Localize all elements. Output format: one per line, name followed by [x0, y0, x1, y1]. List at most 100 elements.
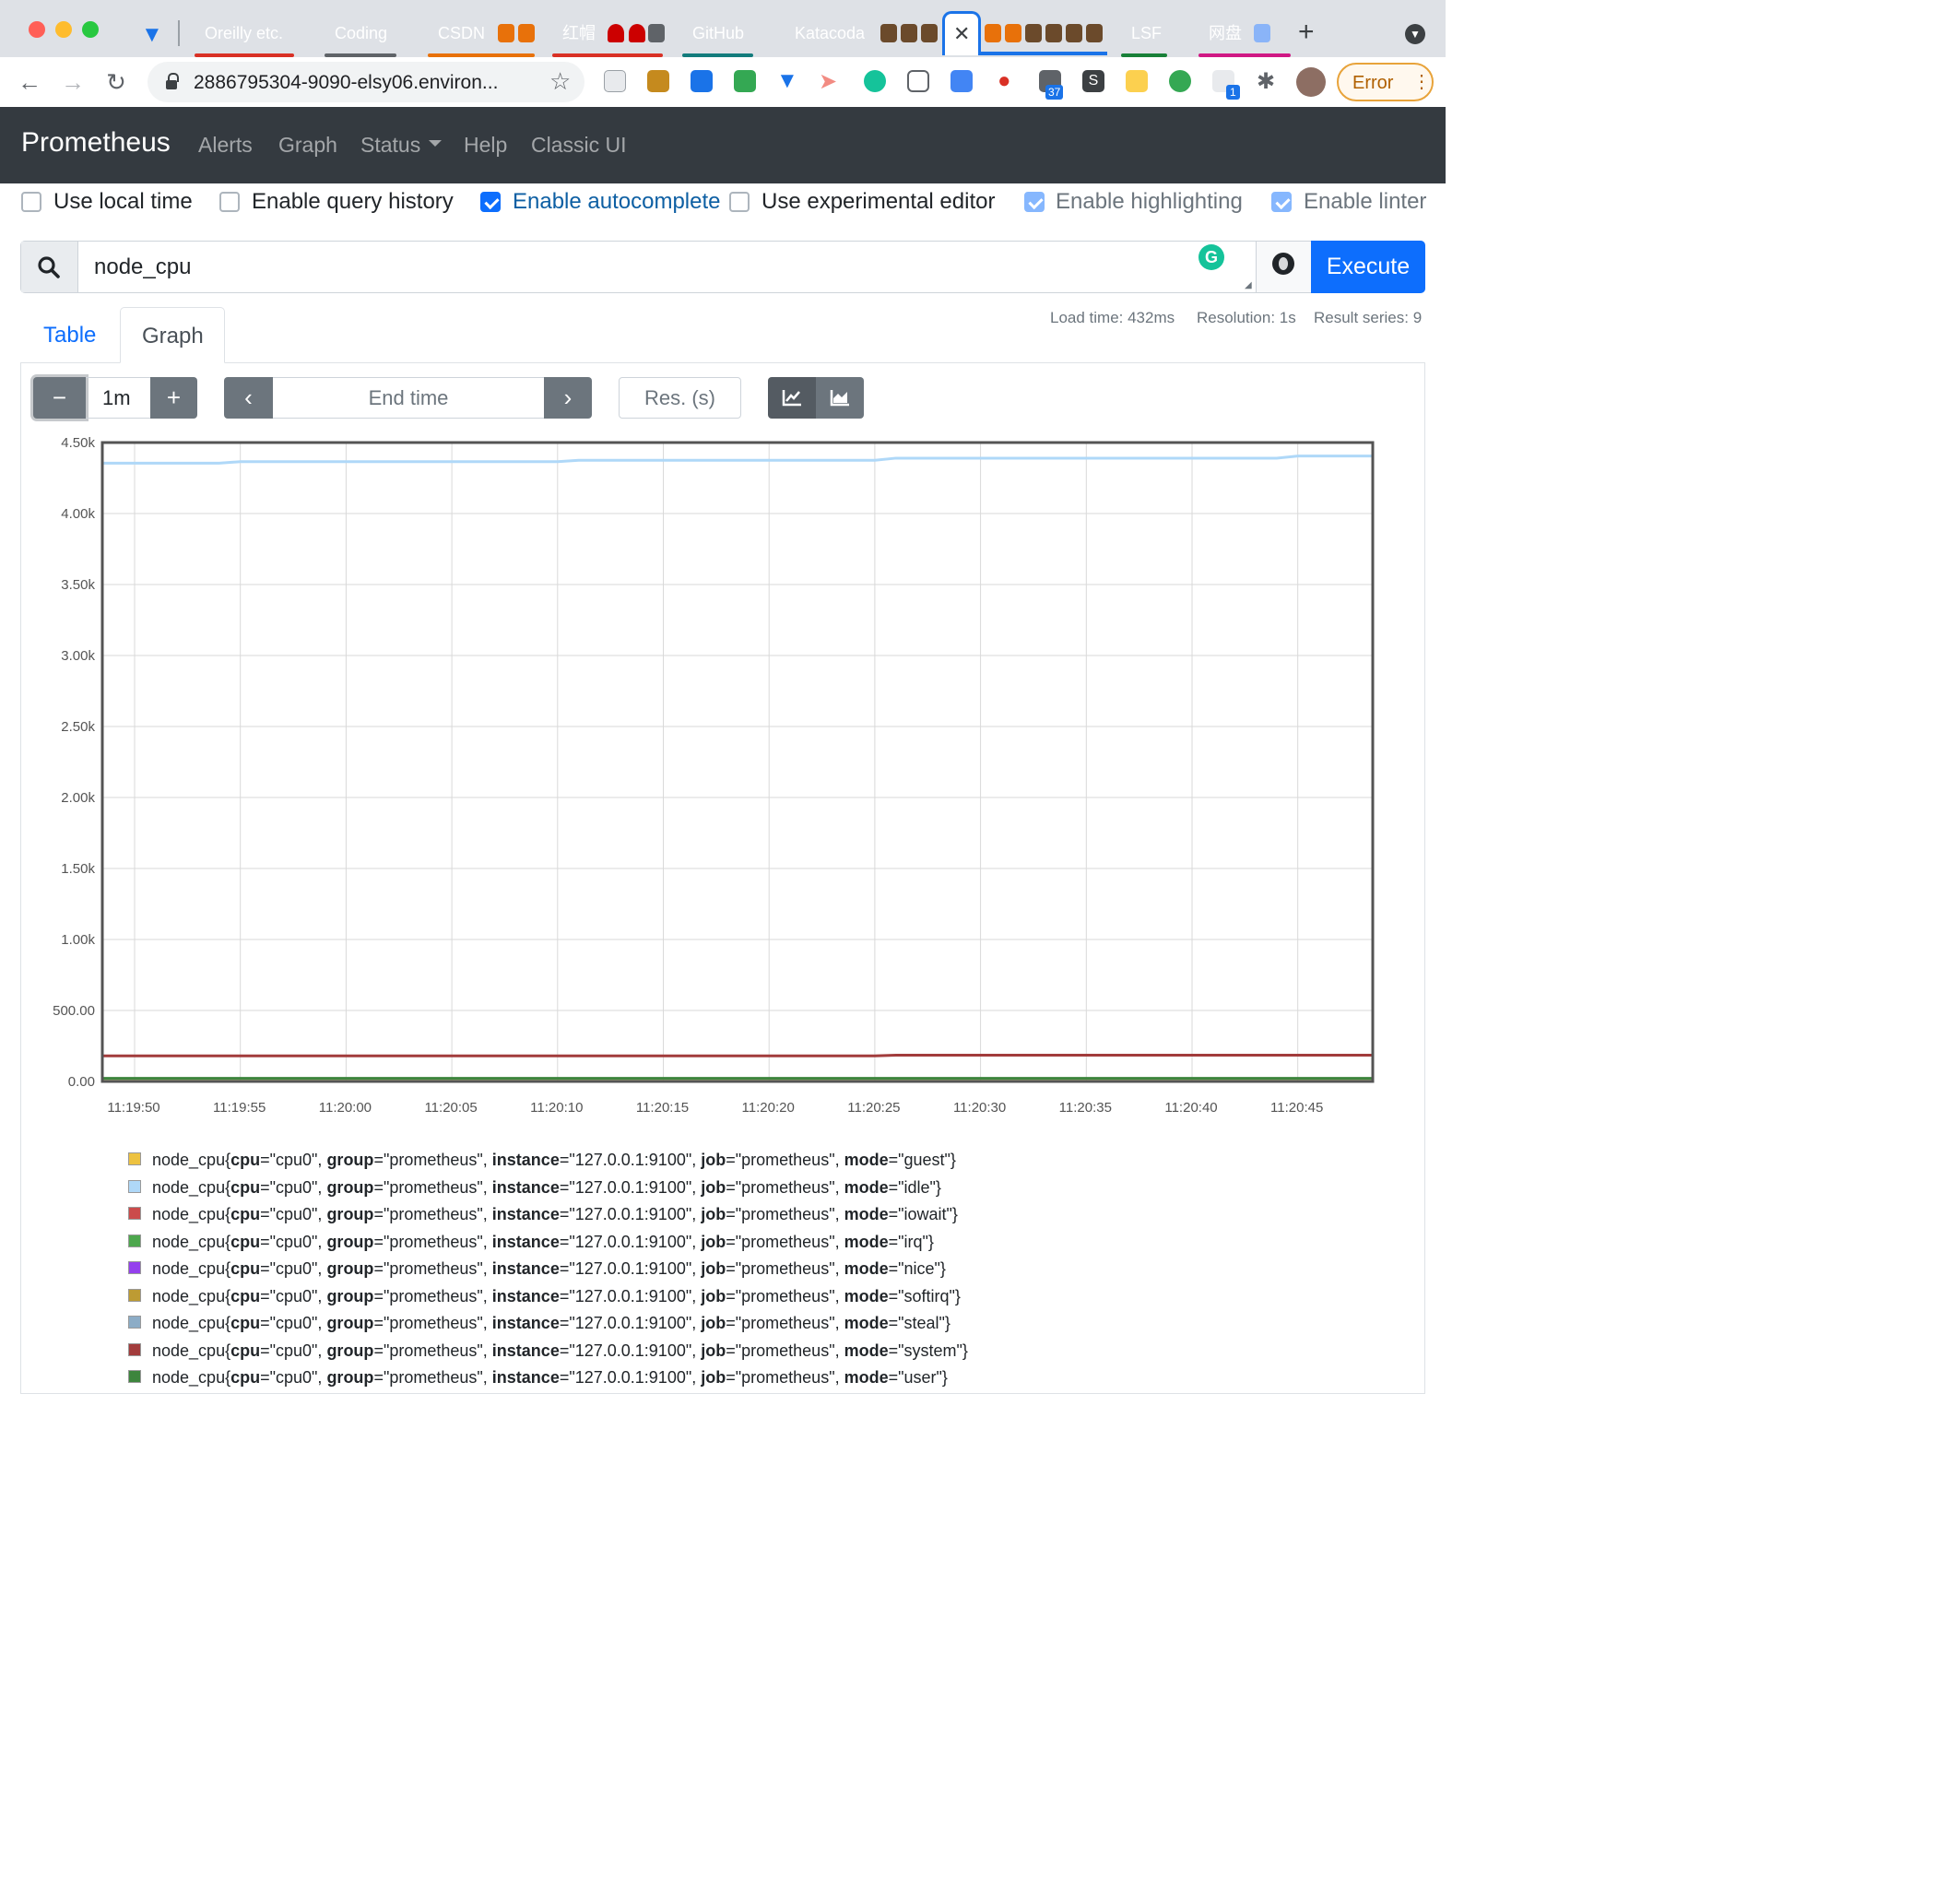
back-icon[interactable]: ←	[16, 68, 43, 96]
screenshot-extension-icon[interactable]	[1126, 70, 1148, 92]
brand-link[interactable]: Prometheus	[21, 127, 171, 159]
end-time-input[interactable]: End time	[273, 377, 544, 419]
download-extension-icon[interactable]	[691, 70, 713, 92]
katacoda-tab-icon[interactable]	[880, 24, 897, 42]
phone-extension-icon[interactable]	[1169, 70, 1191, 92]
tab-group-redhat[interactable]: 红帽	[552, 19, 600, 48]
filter-extension-icon[interactable]: ▼	[776, 68, 798, 94]
legend-item[interactable]: node_cpu{cpu="cpu0", group="prometheus",…	[128, 1148, 956, 1172]
tab-favicon-icon[interactable]	[1254, 24, 1270, 42]
grammarly-icon[interactable]: G	[1198, 244, 1224, 270]
translate-extension-icon[interactable]	[950, 70, 973, 92]
reader-extension-icon[interactable]	[604, 70, 626, 92]
tab-table[interactable]: Table	[22, 307, 117, 363]
use-local-time-label[interactable]: Use local time	[53, 189, 193, 215]
tab-search-icon[interactable]: ▼	[1405, 24, 1425, 44]
profile-avatar[interactable]	[1296, 67, 1326, 97]
forward-icon[interactable]: →	[59, 68, 87, 96]
status-dropdown-caret-icon[interactable]	[429, 140, 442, 147]
tab-favicon-icon[interactable]	[648, 24, 665, 42]
tab-group-csdn[interactable]: CSDN	[428, 19, 490, 48]
downloader-extension-icon[interactable]	[734, 70, 756, 92]
prometheus-tab-icon[interactable]	[985, 24, 1001, 42]
katacoda-tab-icon[interactable]	[921, 24, 938, 42]
tab-group-oreilly[interactable]: Oreilly etc.	[195, 19, 294, 48]
resolution-input[interactable]: Res. (s)	[619, 377, 741, 419]
nav-link-graph[interactable]: Graph	[278, 133, 337, 158]
enable-highlighting-checkbox[interactable]	[1024, 192, 1045, 212]
tab-group-coding[interactable]: Coding	[325, 19, 396, 48]
legend-item[interactable]: node_cpu{cpu="cpu0", group="prometheus",…	[128, 1175, 941, 1199]
range-decrease-button[interactable]: −	[33, 377, 86, 419]
pocket-extension-icon[interactable]	[907, 70, 929, 92]
grammarly-extension-icon[interactable]	[864, 70, 886, 92]
enable-linter-label[interactable]: Enable linter	[1304, 189, 1426, 215]
use-experimental-editor-checkbox[interactable]	[729, 192, 750, 212]
zoom-window-button[interactable]	[82, 21, 99, 38]
expression-input[interactable]: node_cpu	[94, 254, 191, 280]
legend-item[interactable]: node_cpu{cpu="cpu0", group="prometheus",…	[128, 1365, 948, 1389]
time-series-chart[interactable]: 0.00 500.00 1.00k 1.50k 2.00k 2.50k 3.00k 3.50k…	[0, 429, 1446, 1116]
s-extension-icon[interactable]: S	[1082, 70, 1104, 92]
address-text[interactable]: 2886795304-9090-elsy06.environ...	[194, 72, 498, 94]
katacoda-tab-icon[interactable]	[1066, 24, 1082, 42]
legend-item[interactable]: node_cpu{cpu="cpu0", group="prometheus",…	[128, 1230, 934, 1254]
range-input[interactable]: 1m	[86, 377, 150, 419]
katacoda-tab-icon[interactable]	[1025, 24, 1042, 42]
minimize-window-button[interactable]	[55, 21, 72, 38]
tab-group-netdisk[interactable]: 网盘	[1198, 19, 1246, 48]
active-tab[interactable]: ✕	[942, 11, 981, 55]
range-increase-button[interactable]: +	[150, 377, 197, 419]
bookmark-star-icon[interactable]: ☆	[549, 67, 571, 96]
new-tab-icon[interactable]: +	[1298, 17, 1315, 48]
enable-query-history-label[interactable]: Enable query history	[252, 189, 454, 215]
address-bar[interactable]: 2886795304-9090-elsy06.environ... ☆	[148, 62, 584, 102]
tab-group-lsf[interactable]: LSF	[1121, 19, 1167, 48]
stacked-on-button[interactable]	[816, 377, 864, 419]
legend-item[interactable]: node_cpu{cpu="cpu0", group="prometheus",…	[128, 1284, 961, 1308]
enable-autocomplete-label[interactable]: Enable autocomplete	[513, 189, 721, 215]
y-tick-label: 2.50k	[61, 719, 95, 735]
nav-link-classic-ui[interactable]: Classic UI	[531, 133, 627, 158]
stacked-off-button[interactable]	[768, 377, 816, 419]
redhat-tab-icon[interactable]	[629, 24, 645, 42]
katacoda-tab-icon[interactable]	[1045, 24, 1062, 42]
enable-query-history-checkbox[interactable]	[219, 192, 240, 212]
redhat-tab-icon[interactable]	[608, 24, 624, 42]
enable-highlighting-label[interactable]: Enable highlighting	[1056, 189, 1243, 215]
csdn-tab-icon[interactable]	[518, 24, 535, 42]
close-window-button[interactable]	[29, 21, 45, 38]
end-time-forward-button[interactable]: ›	[544, 377, 592, 419]
csdn-tab-icon[interactable]	[498, 24, 514, 42]
use-experimental-editor-label[interactable]: Use experimental editor	[762, 189, 995, 215]
legend-item[interactable]: node_cpu{cpu="cpu0", group="prometheus",…	[128, 1339, 968, 1363]
legend-item[interactable]: node_cpu{cpu="cpu0", group="prometheus",…	[128, 1257, 946, 1281]
pinned-tab-icon[interactable]: ▼	[141, 22, 163, 48]
reload-icon[interactable]: ↻	[102, 68, 130, 96]
enable-autocomplete-checkbox[interactable]	[480, 192, 501, 212]
katacoda-tab-icon[interactable]	[1086, 24, 1103, 42]
location-extension-icon[interactable]: ●	[998, 68, 1011, 94]
use-local-time-checkbox[interactable]	[21, 192, 41, 212]
katacoda-tab-icon[interactable]	[901, 24, 917, 42]
extensions-puzzle-icon[interactable]: ✱	[1257, 68, 1275, 95]
legend-item[interactable]: node_cpu{cpu="cpu0", group="prometheus",…	[128, 1202, 958, 1226]
resize-handle-icon[interactable]: ◢	[1245, 280, 1252, 290]
tab-group-katacoda[interactable]: Katacoda	[785, 19, 874, 48]
tab-graph[interactable]: Graph	[120, 307, 225, 363]
metrics-explorer-button[interactable]	[1256, 242, 1312, 292]
nav-link-alerts[interactable]: Alerts	[198, 133, 253, 158]
tab-group-github[interactable]: GitHub	[682, 19, 753, 48]
share-extension-icon[interactable]: ➤	[819, 68, 837, 95]
end-time-back-button[interactable]: ‹	[224, 377, 273, 419]
execute-button[interactable]: Execute	[1311, 241, 1425, 293]
nav-link-status[interactable]: Status	[360, 133, 420, 158]
prometheus-tab-icon[interactable]	[1005, 24, 1021, 42]
more-vert-icon[interactable]: ⋮	[1412, 70, 1431, 93]
close-tab-icon[interactable]: ✕	[953, 22, 970, 46]
legend-item[interactable]: node_cpu{cpu="cpu0", group="prometheus",…	[128, 1311, 950, 1335]
nav-link-help[interactable]: Help	[464, 133, 507, 158]
profile-error-button[interactable]: Error ⋮	[1337, 63, 1434, 101]
enable-linter-checkbox[interactable]	[1271, 192, 1292, 212]
pen-extension-icon[interactable]	[647, 70, 669, 92]
